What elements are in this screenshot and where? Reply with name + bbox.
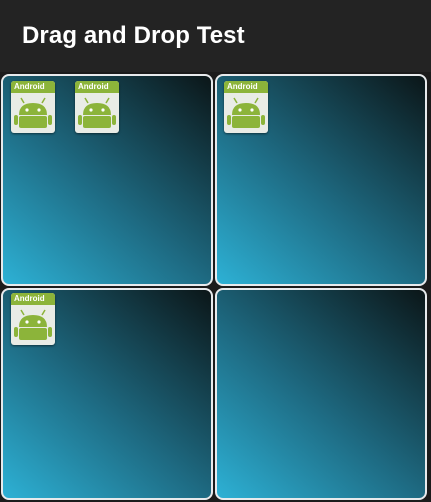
item-label: Android — [14, 294, 45, 303]
draggable-android-item[interactable]: Android — [75, 81, 119, 133]
app-window: Drag and Drop Test Android Android Andro… — [0, 0, 431, 502]
draggable-android-item[interactable]: Android — [11, 81, 55, 133]
android-icon — [227, 97, 265, 128]
action-bar: Drag and Drop Test — [0, 0, 431, 72]
item-label: Android — [14, 82, 45, 91]
android-icon — [14, 97, 52, 128]
draggable-android-item[interactable]: Android — [11, 293, 55, 345]
page-title: Drag and Drop Test — [22, 22, 245, 49]
drop-cell-4[interactable] — [215, 288, 427, 500]
drop-cell-1[interactable]: Android Android — [1, 74, 213, 286]
drop-cell-3[interactable]: Android — [1, 288, 213, 500]
android-icon — [78, 97, 116, 128]
drop-cell-2[interactable]: Android — [215, 74, 427, 286]
android-icon — [14, 309, 52, 340]
item-label: Android — [227, 82, 258, 91]
drop-grid: Android Android Android Android — [0, 72, 431, 502]
item-label: Android — [78, 82, 109, 91]
draggable-android-item[interactable]: Android — [224, 81, 268, 133]
